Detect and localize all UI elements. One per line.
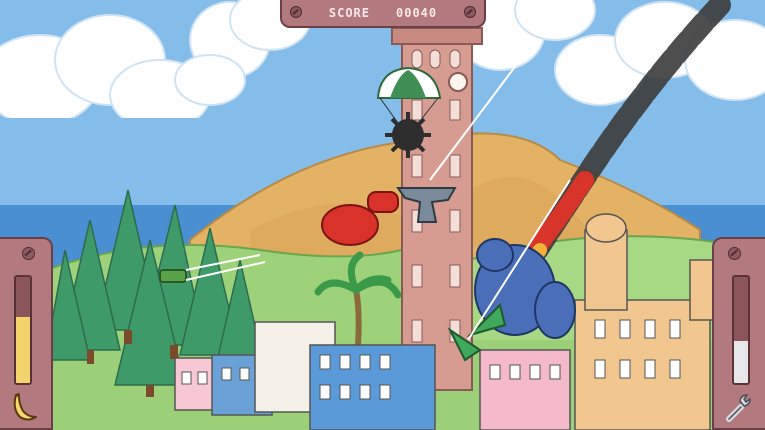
banana-power-fill: [16, 317, 30, 383]
wrench-icon[interactable]: [723, 391, 755, 423]
tool-charge-fill: [734, 340, 748, 383]
tool-charge-gauge: [732, 275, 750, 385]
bolt-icon: [290, 6, 302, 18]
game-scene: [0, 0, 765, 430]
banana-power-gauge: [14, 275, 32, 385]
right-tool-panel: [712, 237, 765, 430]
banana-icon[interactable]: [8, 391, 40, 423]
bolt-icon: [22, 247, 35, 260]
score-value: 00040: [396, 6, 438, 20]
score-label: SCORE: [328, 6, 370, 20]
left-power-panel: [0, 237, 53, 430]
score-plate: SCORE 00040: [280, 0, 486, 28]
bolt-icon: [464, 6, 476, 18]
bolt-icon: [728, 247, 741, 260]
